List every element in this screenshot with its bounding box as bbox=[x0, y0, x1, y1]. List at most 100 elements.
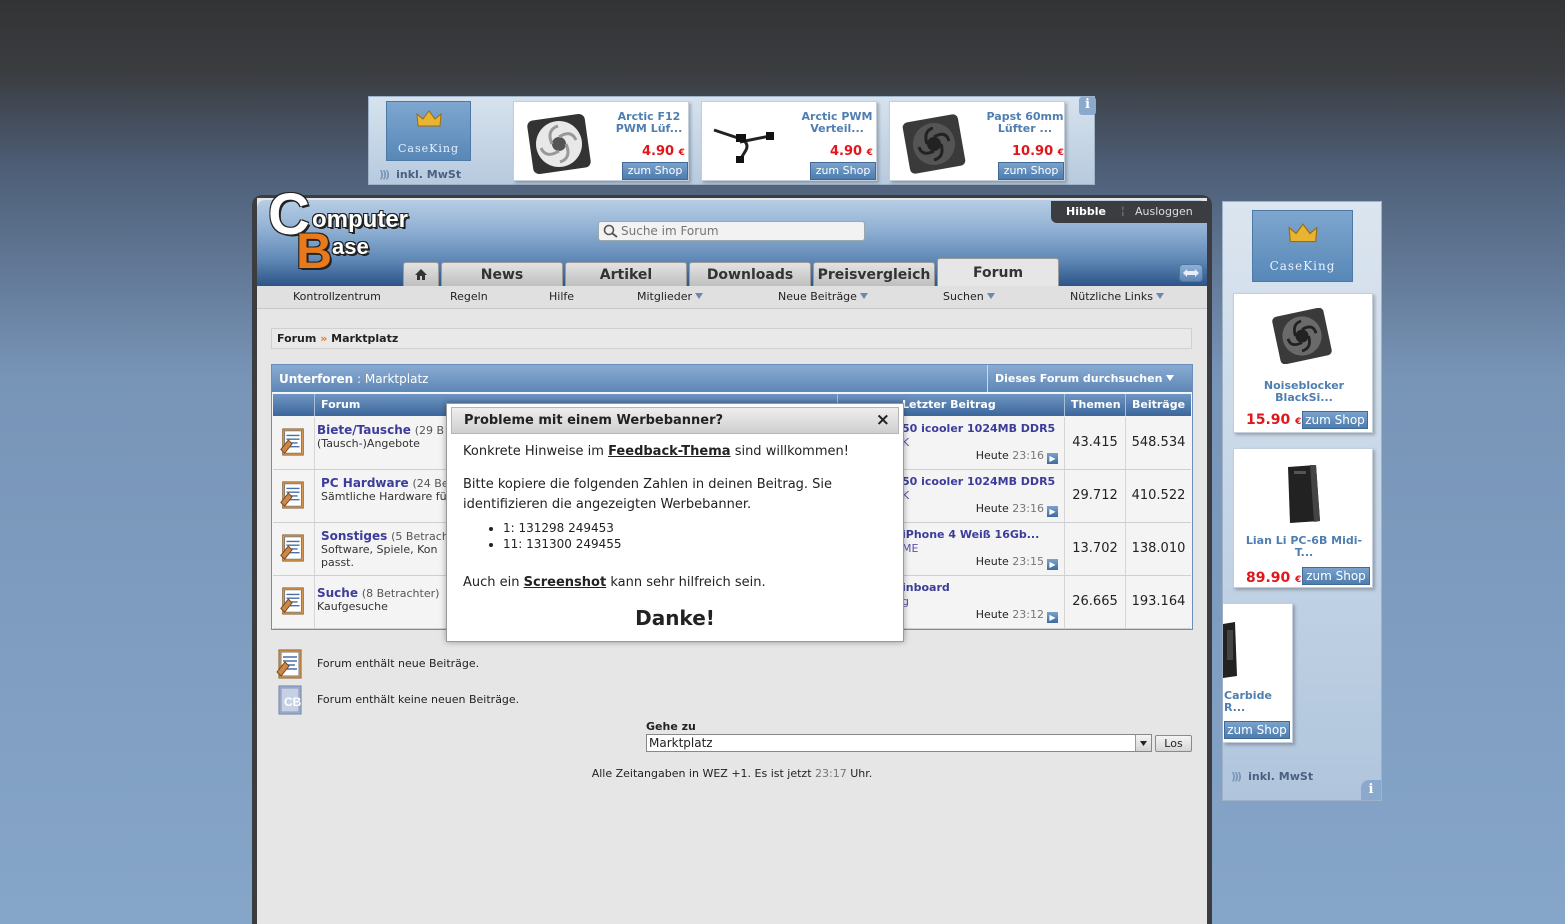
user-divider: ¦ bbox=[1121, 204, 1125, 217]
side-ad-product-2-shop-button[interactable]: zum Shop bbox=[1302, 567, 1370, 585]
subforum-title: Unterforen : Marktplatz bbox=[279, 372, 429, 386]
computerbase-logo[interactable]: C omputer B ase bbox=[266, 186, 416, 278]
breadcrumb-forum[interactable]: Forum bbox=[277, 332, 316, 345]
dropdown-arrow-icon bbox=[859, 293, 868, 299]
forum-status-cell bbox=[273, 470, 315, 522]
goto-selected-value: Marktplatz bbox=[649, 736, 713, 750]
ad-product-1[interactable]: Arctic F12 PWM Lüf... 4.90 € zum Shop bbox=[513, 101, 689, 181]
top-ad-banner: CaseKing ))) inkl. MwSt Arctic F12 PWM Lü… bbox=[368, 96, 1096, 185]
tab-forum[interactable]: Forum bbox=[937, 258, 1059, 286]
forum-status-cell bbox=[273, 523, 315, 575]
banner-code-1: 1: 131298 249453 bbox=[503, 520, 622, 536]
goto-dropdown-button[interactable] bbox=[1135, 735, 1151, 751]
last-post-link[interactable]: 50 icooler 1024MB DDR5 bbox=[902, 422, 1055, 435]
ad-product-1-shop-button[interactable]: zum Shop bbox=[622, 162, 688, 180]
side-ad-product-1[interactable]: Noiseblocker BlackSi... 15.90 € zum Shop bbox=[1233, 293, 1373, 433]
legend-no-new-posts: Forum enthält keine neuen Beiträge. bbox=[317, 693, 520, 706]
pc-case-icon bbox=[1223, 622, 1237, 678]
forum-link[interactable]: PC Hardware bbox=[321, 476, 409, 490]
dialog-title: Probleme mit einem Werbebanner? × bbox=[451, 407, 899, 434]
caseking-logo[interactable]: CaseKing bbox=[386, 101, 471, 161]
ad-product-2-shop-button[interactable]: zum Shop bbox=[810, 162, 876, 180]
forum-viewers: (5 Betrach bbox=[391, 530, 449, 543]
dialog-close-icon[interactable]: × bbox=[876, 408, 890, 433]
ad-product-2[interactable]: Arctic PWM Verteil... 4.90 € zum Shop bbox=[701, 101, 877, 181]
username-link[interactable]: Hibble bbox=[1066, 205, 1106, 218]
go-to-last-post-icon[interactable]: ▶ bbox=[1047, 612, 1058, 623]
forum-link[interactable]: Biete/Tausche bbox=[317, 423, 411, 437]
subnav-hilfe[interactable]: Hilfe bbox=[549, 290, 574, 303]
forum-link[interactable]: Suche bbox=[317, 586, 358, 600]
side-ad-product-1-shop-button[interactable]: zum Shop bbox=[1302, 411, 1368, 429]
tab-preisvergleich[interactable]: Preisvergleich bbox=[813, 262, 935, 286]
sub-navigation: Kontrollzentrum Regeln Hilfe Mitglieder … bbox=[257, 286, 1207, 309]
legend-new-posts: Forum enthält neue Beiträge. bbox=[317, 657, 480, 670]
tab-news[interactable]: News bbox=[441, 262, 563, 286]
tab-home[interactable] bbox=[403, 262, 439, 286]
dropdown-arrow-icon bbox=[1166, 375, 1175, 381]
resize-toggle-button[interactable] bbox=[1179, 264, 1203, 282]
subnav-suchen[interactable]: Suchen bbox=[943, 290, 995, 303]
subnav-mitglieder[interactable]: Mitglieder bbox=[637, 290, 703, 303]
last-post-time: Heute 23:15 ▶ bbox=[976, 555, 1058, 570]
logout-link[interactable]: Ausloggen bbox=[1135, 205, 1193, 218]
forum-description: Software, Spiele, Kon bbox=[321, 543, 438, 556]
ad-info-button[interactable]: i bbox=[1079, 97, 1096, 115]
side-ad-banner: CaseKing Noiseblocker BlackSi... 15.90 €… bbox=[1222, 201, 1382, 801]
forum-posts-count: 410.522 bbox=[1131, 488, 1186, 503]
goto-select[interactable]: Marktplatz bbox=[646, 734, 1152, 752]
tab-downloads[interactable]: Downloads bbox=[689, 262, 811, 286]
forum-posts-count: 193.164 bbox=[1131, 594, 1186, 609]
last-post-link[interactable]: 50 icooler 1024MB DDR5 bbox=[902, 475, 1055, 488]
ad-product-3-shop-button[interactable]: zum Shop bbox=[998, 162, 1064, 180]
dropdown-arrow-icon bbox=[986, 293, 995, 299]
dialog-text-screenshot: Auch ein Screenshot kann sehr hilfreich … bbox=[463, 575, 766, 590]
pc-case-icon bbox=[1288, 465, 1320, 523]
search-input[interactable] bbox=[621, 223, 861, 239]
column-posts: Beiträge bbox=[1126, 394, 1191, 416]
forum-search-dropdown[interactable]: Dieses Forum durchsuchen bbox=[987, 365, 1192, 392]
new-posts-icon bbox=[276, 649, 302, 679]
side-ad-product-2[interactable]: Lian Li PC-6B Midi-T... 89.90 € zum Shop bbox=[1233, 448, 1373, 588]
cable-icon bbox=[713, 128, 774, 163]
new-posts-icon bbox=[280, 534, 304, 562]
search-icon bbox=[603, 224, 618, 238]
go-to-last-post-icon[interactable]: ▶ bbox=[1047, 453, 1058, 464]
banner-code-list: 1: 131298 249453 11: 131300 249455 bbox=[463, 520, 622, 552]
ad-info-button[interactable]: i bbox=[1361, 780, 1381, 800]
timezone-footer: Alle Zeitangaben in WEZ +1. Es ist jetzt… bbox=[591, 767, 873, 780]
breadcrumb-current: Marktplatz bbox=[331, 332, 399, 345]
subnav-kontrollzentrum[interactable]: Kontrollzentrum bbox=[293, 290, 381, 303]
forum-link[interactable]: Sonstiges bbox=[321, 529, 387, 543]
subnav-neue-beitraege[interactable]: Neue Beiträge bbox=[778, 290, 868, 303]
side-ad-product-3-shop-button[interactable]: zum Shop bbox=[1224, 721, 1290, 739]
tab-artikel[interactable]: Artikel bbox=[565, 262, 687, 286]
caseking-logo[interactable]: CaseKing bbox=[1252, 210, 1353, 282]
last-post-link[interactable]: iPhone 4 Weiß 16Gb... bbox=[902, 528, 1039, 541]
goto-label: Gehe zu bbox=[646, 720, 696, 733]
forum-viewers: (24 Be bbox=[412, 477, 449, 490]
last-post-user[interactable]: ME bbox=[902, 542, 918, 555]
go-to-last-post-icon[interactable]: ▶ bbox=[1047, 506, 1058, 517]
column-icon bbox=[273, 394, 315, 416]
goto-submit-button[interactable]: Los bbox=[1155, 735, 1192, 752]
forum-description: (Tausch-)Angebote bbox=[317, 437, 420, 450]
feedback-thread-link[interactable]: Feedback-Thema bbox=[608, 444, 730, 459]
ad-product-3[interactable]: Papst 60mm Lüfter ... 10.90 € zum Shop bbox=[889, 101, 1065, 181]
forum-search[interactable] bbox=[598, 221, 865, 241]
go-to-last-post-icon[interactable]: ▶ bbox=[1047, 559, 1058, 570]
side-ad-product-2-price: 89.90 € bbox=[1246, 570, 1302, 586]
subnav-regeln[interactable]: Regeln bbox=[450, 290, 488, 303]
ad-product-1-price: 4.90 € bbox=[642, 144, 685, 159]
dialog-thanks: Danke! bbox=[635, 606, 715, 630]
last-post-link[interactable]: inboard bbox=[902, 581, 950, 594]
screenshot-link[interactable]: Screenshot bbox=[524, 575, 607, 590]
side-ad-product-2-name: Lian Li PC-6B Midi-T... bbox=[1245, 534, 1363, 559]
breadcrumb: Forum » Marktplatz bbox=[271, 328, 1192, 349]
subnav-nuetzliche-links[interactable]: Nützliche Links bbox=[1070, 290, 1164, 303]
new-posts-icon bbox=[280, 481, 304, 509]
user-box: Hibble ¦ Ausloggen bbox=[1051, 201, 1207, 223]
mwst-note: ))) inkl. MwSt bbox=[379, 168, 462, 181]
last-post-time: Heute 23:12 ▶ bbox=[976, 608, 1058, 623]
side-ad-product-3[interactable]: Carbide R... zum Shop bbox=[1223, 603, 1293, 743]
